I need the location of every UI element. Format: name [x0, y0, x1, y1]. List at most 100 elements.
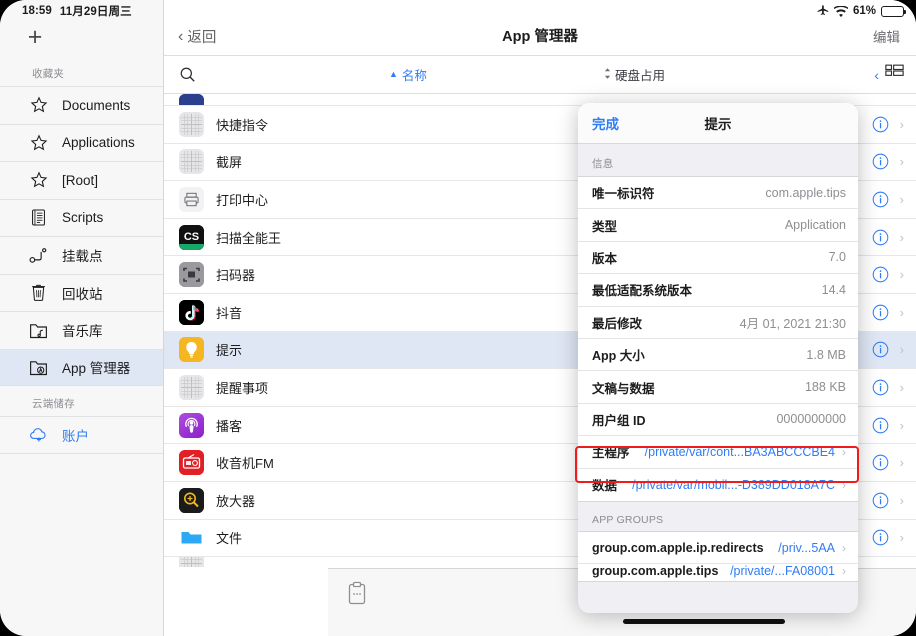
section-label-info: 信息	[592, 158, 614, 170]
row-label: 用户组 ID	[592, 413, 646, 428]
cloud-add-icon	[28, 424, 49, 445]
info-row-app-size[interactable]: App 大小 1.8 MB	[578, 339, 858, 372]
chevron-right-icon: ›	[899, 154, 904, 170]
sidebar-item-label: [Root]	[62, 172, 99, 188]
app-group-row[interactable]: group.com.apple.ip.redirects /priv...5AA…	[578, 532, 858, 565]
clipboard-icon[interactable]	[346, 581, 368, 610]
mount-point-icon	[28, 245, 49, 266]
sidebar-item-label: App 管理器	[62, 361, 131, 377]
popover-body[interactable]: 信息 唯一标识符 com.apple.tips 类型 Application 版…	[578, 144, 858, 613]
app-name: 提醒事项	[216, 380, 269, 396]
info-row-last-modified[interactable]: 最后修改 4月 01, 2021 21:30	[578, 307, 858, 339]
row-label: 类型	[592, 219, 618, 234]
sidebar-item-label: Scripts	[62, 210, 104, 226]
row-value: 0000000000	[776, 412, 846, 427]
row-value: 7.0	[828, 250, 846, 265]
app-name: 收音机FM	[216, 456, 274, 472]
chevron-right-icon: ›	[899, 304, 904, 320]
info-row-bundle-id[interactable]: 唯一标识符 com.apple.tips	[578, 177, 858, 210]
sidebar-item-music-library[interactable]: 音乐库	[0, 311, 163, 349]
info-row-min-os[interactable]: 最低适配系统版本 14.4	[578, 274, 858, 307]
app-icon	[179, 186, 204, 212]
info-circle-icon[interactable]	[872, 304, 889, 321]
row-value-path[interactable]: /private/var/cont...BA3ABCCCBE4	[645, 445, 835, 459]
row-label: 最后修改	[592, 316, 643, 331]
sidebar-item-documents[interactable]: Documents	[0, 86, 163, 124]
row-value-path[interactable]: /priv...5AA	[778, 541, 835, 555]
wifi-icon	[833, 5, 848, 17]
row-value: 4月 01, 2021 21:30	[739, 316, 846, 331]
row-label: group.com.apple.tips	[592, 564, 719, 579]
app-icon	[179, 487, 204, 513]
info-row-group-id[interactable]: 用户组 ID 0000000000	[578, 404, 858, 437]
row-accessories: ›	[872, 454, 904, 471]
status-bar-right: 61% ⚡	[817, 5, 907, 17]
info-circle-icon[interactable]	[872, 529, 889, 546]
app-icon	[179, 111, 204, 137]
sidebar-section-label-cloud: 云端储存	[32, 398, 75, 410]
sidebar-item-trash[interactable]: 回收站	[0, 273, 163, 312]
script-document-icon	[28, 207, 49, 228]
sidebar-item-scripts[interactable]: Scripts	[0, 198, 163, 237]
chevron-left-icon[interactable]: ‹	[874, 67, 879, 83]
app-name: 扫描全能王	[216, 230, 282, 246]
airplane-icon	[817, 5, 829, 17]
app-name: 快捷指令	[216, 117, 269, 133]
sort-by-name[interactable]: ▲ 名称	[389, 65, 427, 84]
app-group-row[interactable]: group.com.apple.tips /private/...FA08001…	[578, 564, 858, 581]
info-circle-icon[interactable]	[872, 379, 889, 396]
row-value-path[interactable]: /private/...FA08001	[730, 564, 835, 578]
list-view-icon[interactable]	[885, 64, 904, 86]
home-indicator	[623, 619, 785, 624]
app-name: 文件	[216, 531, 243, 547]
row-accessories: ›	[872, 116, 904, 133]
info-circle-icon[interactable]	[872, 229, 889, 246]
info-row-type[interactable]: 类型 Application	[578, 209, 858, 242]
info-row-bundle-path[interactable]: 主程序 /private/var/cont...BA3ABCCCBE4 ›	[578, 436, 858, 469]
row-label: 主程序	[592, 446, 630, 461]
chevron-right-icon: ›	[899, 492, 904, 508]
info-circle-icon[interactable]	[872, 341, 889, 358]
info-circle-icon[interactable]	[872, 191, 889, 208]
chevron-right-icon: ›	[842, 444, 846, 459]
sidebar: + 收藏夹 Documents Applications [Root] Scri…	[0, 0, 164, 636]
sidebar-item-label: 音乐库	[62, 324, 103, 340]
sidebar-section-cloud: 云端储存 账户	[0, 386, 163, 454]
star-icon	[28, 132, 49, 153]
info-circle-icon[interactable]	[872, 266, 889, 283]
sidebar-item-account[interactable]: 账户	[0, 416, 163, 454]
info-row-data-path[interactable]: 数据 /private/var/mobil...-D389DD018A7C ›	[578, 469, 858, 501]
section-label-app-groups: APP GROUPS	[592, 513, 664, 526]
trash-icon	[28, 282, 49, 303]
sort-by-disk-usage[interactable]: 硬盘占用	[604, 65, 665, 84]
app-icon	[179, 374, 204, 400]
sidebar-section-favorites: 收藏夹 Documents Applications [Root] Script…	[0, 56, 163, 386]
info-circle-icon[interactable]	[872, 492, 889, 509]
info-circle-icon[interactable]	[872, 454, 889, 471]
chevron-right-icon: ›	[899, 455, 904, 471]
chevron-right-icon: ›	[842, 540, 846, 555]
app-name: 打印中心	[216, 192, 269, 208]
info-row-version[interactable]: 版本 7.0	[578, 242, 858, 275]
add-button[interactable]: +	[22, 24, 48, 50]
app-icon	[179, 262, 204, 288]
sidebar-item-root[interactable]: [Root]	[0, 161, 163, 199]
row-value: 188 KB	[804, 380, 846, 395]
edit-button[interactable]: 编辑	[873, 26, 900, 46]
sidebar-item-label: Documents	[62, 97, 131, 113]
row-accessories: ›	[872, 341, 904, 358]
app-name: 播客	[216, 418, 243, 434]
sidebar-item-app-manager[interactable]: App 管理器	[0, 348, 163, 386]
search-icon[interactable]	[178, 65, 197, 89]
app-name: 扫码器	[216, 268, 256, 284]
chevron-right-icon: ›	[842, 564, 846, 579]
info-circle-icon[interactable]	[872, 116, 889, 133]
sidebar-item-mount-points[interactable]: 挂载点	[0, 236, 163, 274]
info-row-documents-data[interactable]: 文稿与数据 188 KB	[578, 371, 858, 404]
info-circle-icon[interactable]	[872, 417, 889, 434]
info-circle-icon[interactable]	[872, 153, 889, 170]
info-group: 唯一标识符 com.apple.tips 类型 Application 版本 7…	[578, 176, 858, 502]
sidebar-item-applications[interactable]: Applications	[0, 123, 163, 162]
row-value-path[interactable]: /private/var/mobil...-D389DD018A7C	[632, 478, 835, 492]
status-date: 11月29日周三	[59, 6, 132, 18]
